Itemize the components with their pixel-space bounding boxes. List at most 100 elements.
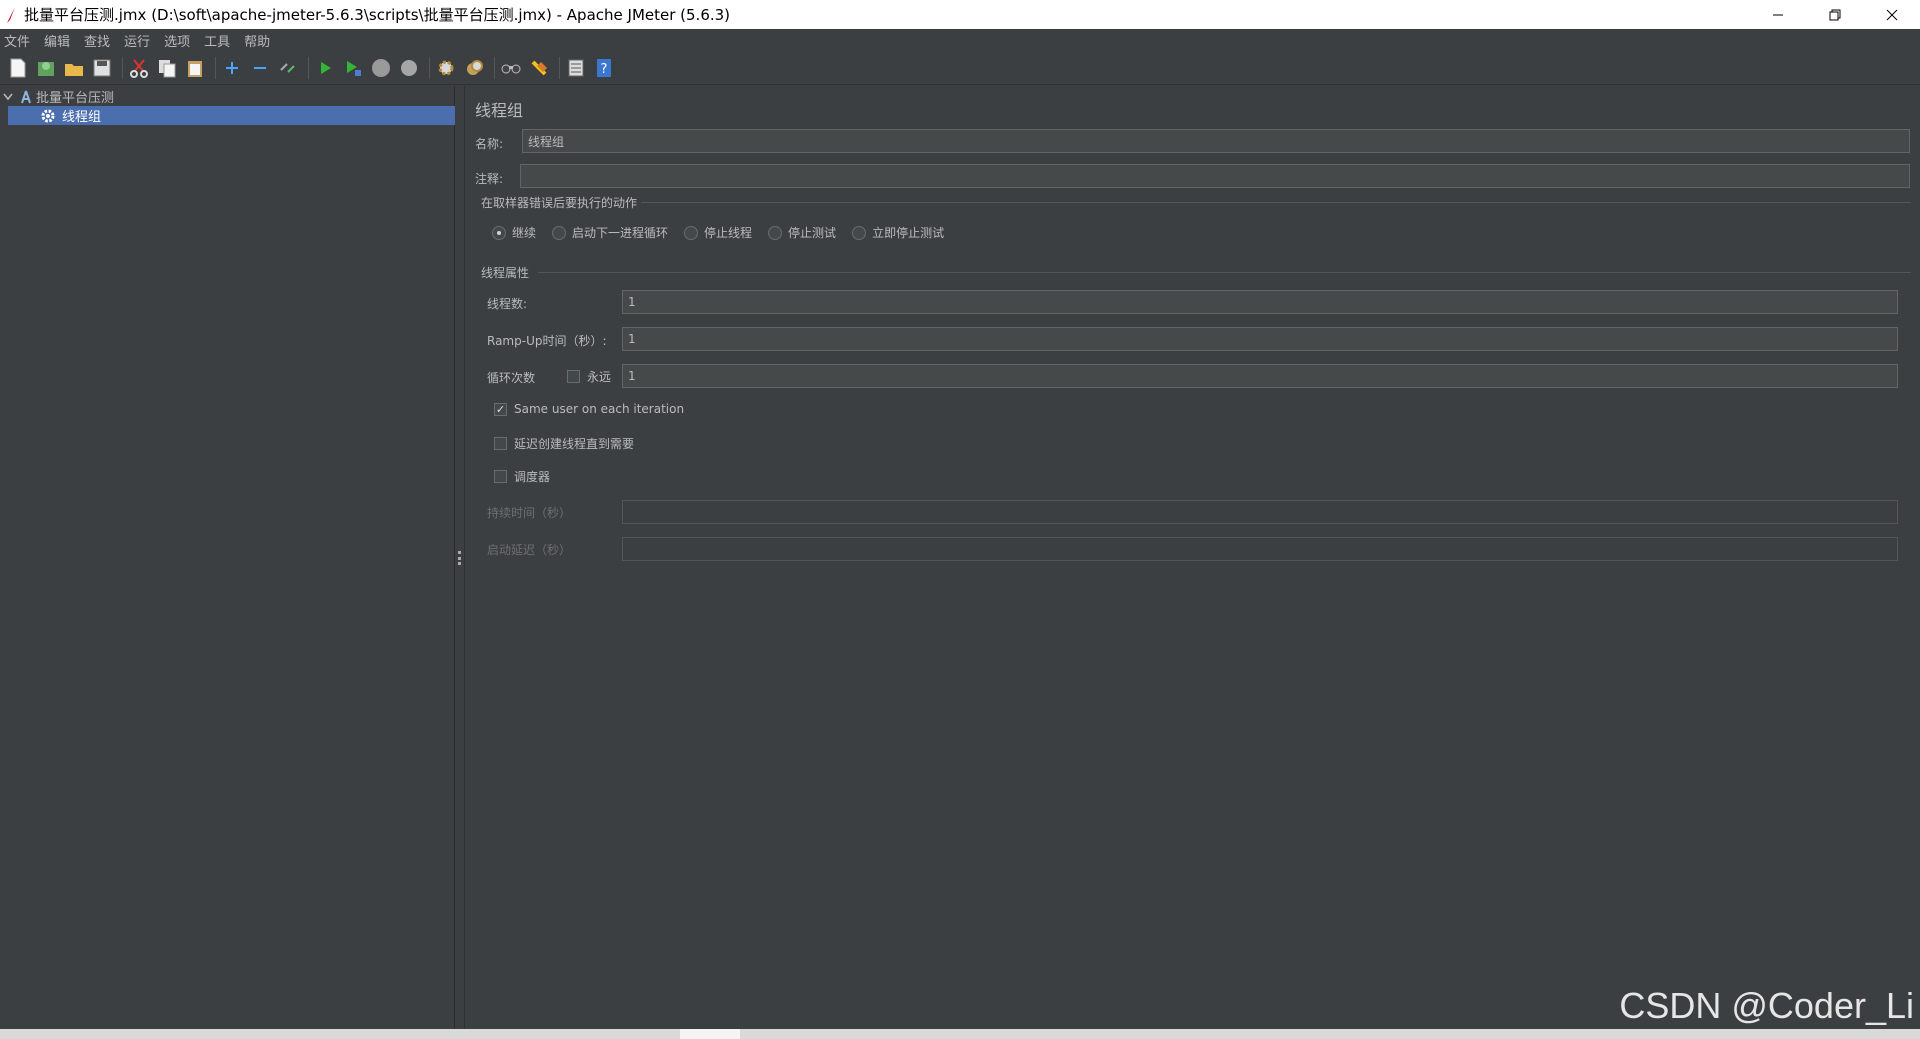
save-icon[interactable] <box>90 56 114 80</box>
watermark: CSDN @Coder_Li <box>1619 985 1914 1026</box>
toolbar-separator <box>122 56 123 79</box>
toolbar-separator <box>429 56 430 79</box>
same-user-checkbox[interactable]: ✓ Same user on each iteration <box>494 402 684 416</box>
clear-icon[interactable] <box>434 56 458 80</box>
window-title: 批量平台压测.jmx (D:\soft\apache-jmeter-5.6.3\… <box>24 6 731 24</box>
menu-tools[interactable]: 工具 <box>204 31 230 50</box>
thread-group-panel: 线程组 名称: 注释: 在取样器错误后要执行的动作 继续 启动下一进程循环 停止… <box>466 86 1920 1029</box>
radio-circle[interactable] <box>684 225 699 240</box>
toolbar-separator <box>308 56 309 79</box>
expand-icon[interactable] <box>220 56 244 80</box>
radio-label: 停止线程 <box>704 226 753 240</box>
delay-thread-creation-checkbox[interactable]: 延迟创建线程直到需要 <box>494 435 634 452</box>
paste-icon[interactable] <box>183 56 207 80</box>
loop-count-label: 循环次数 <box>487 371 536 385</box>
copy-icon[interactable] <box>155 56 179 80</box>
menu-options[interactable]: 选项 <box>164 31 190 50</box>
startup-delay-label: 启动延迟（秒） <box>487 543 572 557</box>
search-icon[interactable] <box>499 56 523 80</box>
chevron-down-icon[interactable] <box>0 93 16 101</box>
radio-start-next-loop[interactable]: 启动下一进程循环 <box>552 224 668 241</box>
loop-count-field[interactable] <box>622 364 1898 388</box>
radio-stop-test-now[interactable]: 立即停止测试 <box>852 224 944 241</box>
test-plan-icon <box>16 90 36 104</box>
clear-all-icon[interactable] <box>462 56 486 80</box>
checkbox-label: 延迟创建线程直到需要 <box>514 437 635 451</box>
panel-title: 线程组 <box>475 101 524 120</box>
menu-search[interactable]: 查找 <box>84 31 110 50</box>
restore-button[interactable] <box>1806 0 1863 29</box>
section-divider <box>641 202 1911 203</box>
tree-item-label: 线程组 <box>62 110 102 125</box>
rampup-label: Ramp-Up时间（秒）: <box>487 334 607 348</box>
duration-field[interactable] <box>622 500 1898 524</box>
radio-circle[interactable] <box>768 225 783 240</box>
jmeter-feather-icon <box>0 0 22 29</box>
menu-edit[interactable]: 编辑 <box>44 31 70 50</box>
threads-field[interactable] <box>622 290 1898 314</box>
checkbox-box[interactable] <box>494 470 507 483</box>
tree-item-thread-group[interactable]: 线程组 <box>8 106 455 125</box>
threads-label: 线程数: <box>487 297 528 311</box>
toolbar-separator <box>559 56 560 79</box>
templates-icon[interactable] <box>34 56 58 80</box>
checkbox-box[interactable] <box>567 370 580 383</box>
radio-label: 启动下一进程循环 <box>572 226 669 240</box>
gear-icon <box>38 108 58 124</box>
radio-circle[interactable] <box>852 225 867 240</box>
menu-bar: 文件 编辑 查找 运行 选项 工具 帮助 <box>0 29 1920 51</box>
minimize-button[interactable] <box>1749 0 1806 29</box>
radio-circle[interactable] <box>492 225 506 240</box>
section-divider <box>538 272 1911 273</box>
radio-stop-thread[interactable]: 停止线程 <box>684 224 752 241</box>
radio-label: 继续 <box>512 226 537 240</box>
stop-icon[interactable] <box>369 56 393 80</box>
collapse-icon[interactable] <box>248 56 272 80</box>
startup-delay-field[interactable] <box>622 537 1898 561</box>
rampup-field[interactable] <box>622 327 1898 351</box>
thread-properties-section-title: 线程属性 <box>481 266 530 280</box>
cut-icon[interactable] <box>127 56 151 80</box>
menu-file[interactable]: 文件 <box>4 31 30 50</box>
function-helper-icon[interactable] <box>564 56 588 80</box>
radio-circle[interactable] <box>552 225 567 240</box>
shutdown-icon[interactable] <box>397 56 421 80</box>
forever-checkbox[interactable]: 永远 <box>567 368 611 385</box>
radio-label: 立即停止测试 <box>872 226 945 240</box>
comment-label: 注释: <box>475 172 504 186</box>
toggle-icon[interactable] <box>276 56 300 80</box>
name-field[interactable] <box>522 129 1910 153</box>
split-pane-divider[interactable] <box>455 86 465 1029</box>
radio-continue[interactable]: 继续 <box>492 224 536 241</box>
toolbar-separator <box>494 56 495 79</box>
help-icon[interactable]: ? <box>592 56 616 80</box>
checkbox-label: 永远 <box>587 370 612 384</box>
checkbox-label: Same user on each iteration <box>514 402 685 416</box>
scheduler-checkbox[interactable]: 调度器 <box>494 468 550 485</box>
error-action-radio-group: 继续 启动下一进程循环 停止线程 停止测试 立即停止测试 <box>492 224 960 241</box>
close-button[interactable] <box>1863 0 1920 29</box>
radio-stop-test[interactable]: 停止测试 <box>768 224 836 241</box>
checkbox-box[interactable] <box>494 437 507 450</box>
radio-label: 停止测试 <box>788 226 837 240</box>
start-no-pause-icon[interactable] <box>341 56 365 80</box>
start-icon[interactable] <box>313 56 337 80</box>
checkbox-label: 调度器 <box>514 470 551 484</box>
checkbox-box[interactable]: ✓ <box>494 402 507 416</box>
comment-field[interactable] <box>520 164 1910 188</box>
reset-search-icon[interactable] <box>527 56 551 80</box>
test-plan-tree: 批量平台压测 线程组 <box>0 86 455 1029</box>
toolbar-separator <box>215 56 216 79</box>
menu-help[interactable]: 帮助 <box>244 31 270 50</box>
tree-item-test-plan[interactable]: 批量平台压测 <box>0 87 455 106</box>
svg-text:?: ? <box>601 62 608 77</box>
taskbar-strip <box>0 1029 1920 1039</box>
error-action-section-title: 在取样器错误后要执行的动作 <box>481 196 638 210</box>
menu-run[interactable]: 运行 <box>124 31 150 50</box>
name-label: 名称: <box>475 137 504 151</box>
tree-item-label: 批量平台压测 <box>36 91 115 106</box>
duration-label: 持续时间（秒） <box>487 506 572 520</box>
toolbar: ? <box>0 51 1920 85</box>
new-icon[interactable] <box>6 56 30 80</box>
open-icon[interactable] <box>62 56 86 80</box>
